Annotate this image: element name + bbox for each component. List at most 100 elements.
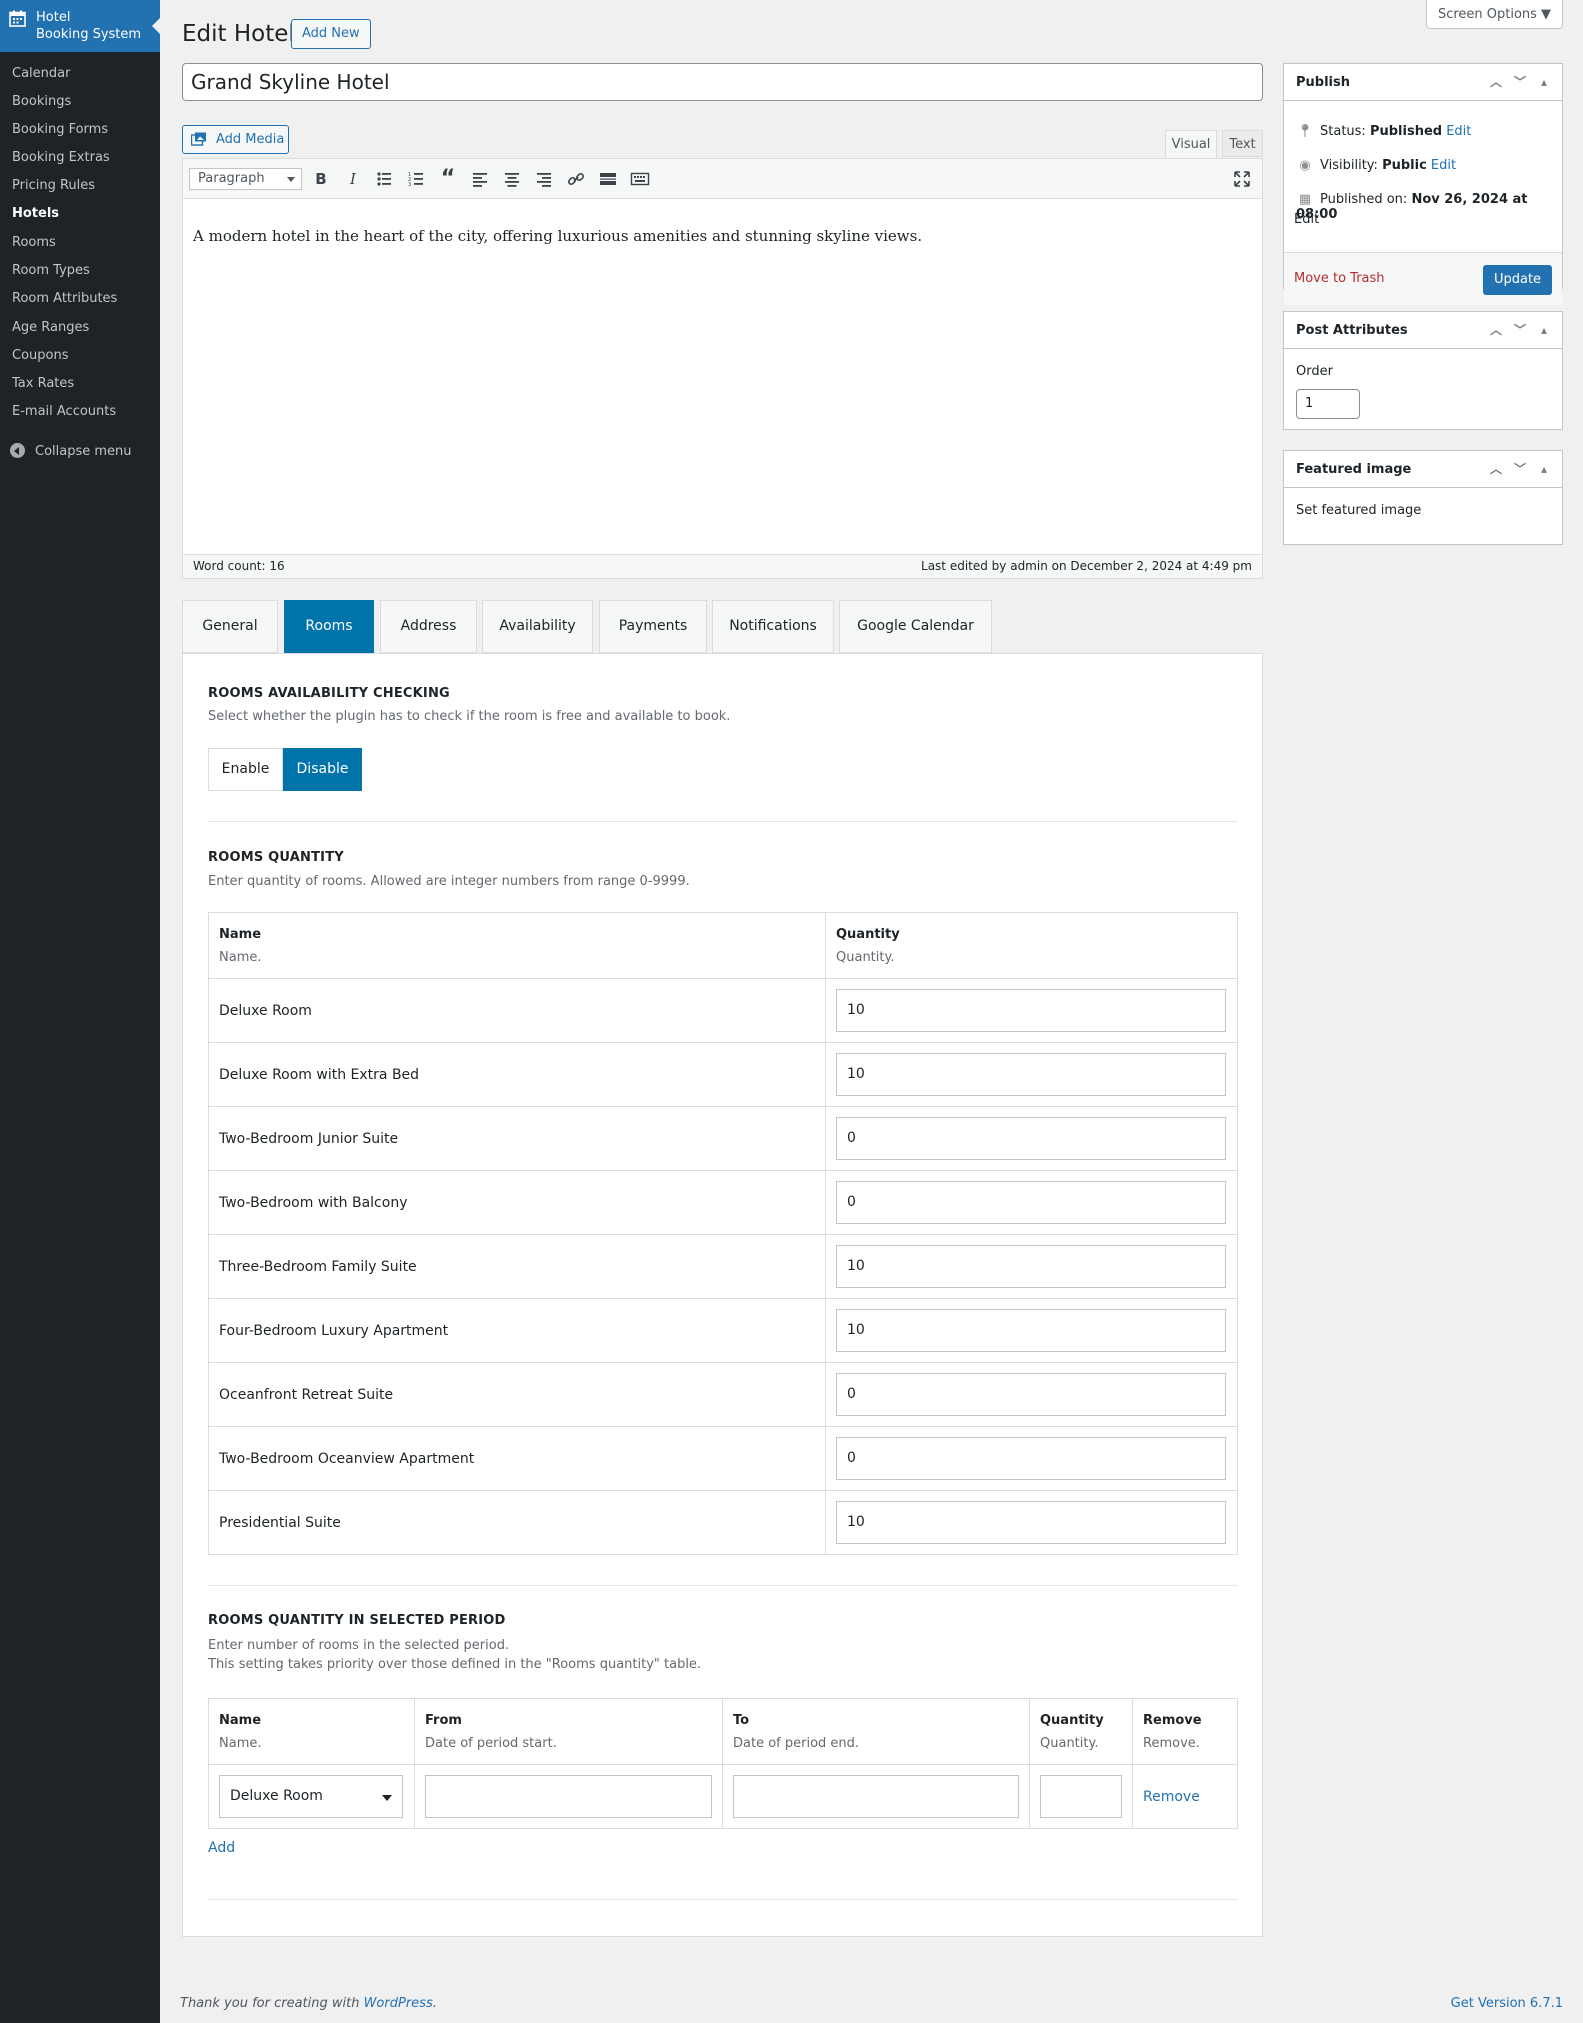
sidebar-item-booking-extras[interactable]: Booking Extras <box>12 150 110 165</box>
toggle-panel-icon[interactable]: ▴ <box>1532 451 1556 488</box>
sidebar-item-email-accounts[interactable]: E-mail Accounts <box>12 404 116 419</box>
sidebar-item-booking-forms[interactable]: Booking Forms <box>12 122 108 137</box>
order-input[interactable]: 1 <box>1296 389 1360 419</box>
wordpress-link[interactable]: WordPress <box>364 1996 433 2011</box>
update-button[interactable]: Update <box>1483 265 1552 295</box>
pin-icon: 📍︎ <box>1296 124 1314 139</box>
sidebar-item-room-attributes[interactable]: Room Attributes <box>12 291 117 306</box>
tab-rooms[interactable]: Rooms <box>284 600 374 653</box>
move-up-icon[interactable]: ︿ <box>1484 451 1508 488</box>
quantity-input[interactable]: 0 <box>836 1181 1226 1224</box>
sidebar-brand[interactable]: Hotel Booking System <box>0 0 160 52</box>
col-from: From Date of period start. <box>414 1698 723 1765</box>
align-right-icon[interactable] <box>534 169 554 189</box>
sidebar-item-room-types[interactable]: Room Types <box>12 263 90 278</box>
room-name: Oceanfront Retreat Suite <box>208 1362 826 1427</box>
align-center-icon[interactable] <box>502 169 522 189</box>
numbered-list-icon[interactable]: 1 2 3 <box>406 169 426 189</box>
quantity-input[interactable]: 10 <box>836 989 1226 1032</box>
edit-status-link[interactable]: Edit <box>1446 124 1471 139</box>
editor-tab-text[interactable]: Text <box>1222 130 1263 157</box>
move-down-icon[interactable]: ﹀ <box>1508 451 1532 488</box>
divider <box>208 1585 1238 1586</box>
featured-image-header: Featured image ︿ ﹀ ▴ <box>1284 451 1562 488</box>
toolbar-toggle-icon[interactable] <box>630 169 650 189</box>
editor-tab-visual[interactable]: Visual <box>1165 130 1217 158</box>
remove-link[interactable]: Remove <box>1143 1789 1200 1805</box>
quantity-input[interactable]: 0 <box>836 1373 1226 1416</box>
sidebar-item-hotels[interactable]: Hotels <box>12 206 59 221</box>
sidebar-item-tax-rates[interactable]: Tax Rates <box>12 376 74 391</box>
move-up-icon[interactable]: ︿ <box>1484 64 1508 101</box>
table-row: Two-Bedroom Junior Suite 0 <box>208 1106 1238 1171</box>
add-new-button[interactable]: Add New <box>291 19 371 49</box>
add-media-button[interactable]: Add Media <box>182 125 289 154</box>
sidebar-item-pricing-rules[interactable]: Pricing Rules <box>12 178 95 193</box>
divider <box>208 821 1238 822</box>
collapse-menu-button[interactable]: Collapse menu <box>10 443 132 459</box>
period-desc: Enter number of rooms in the selected pe… <box>208 1638 702 1672</box>
sidebar-item-rooms[interactable]: Rooms <box>12 235 56 250</box>
table-row: Presidential Suite 10 <box>208 1490 1238 1555</box>
tab-payments[interactable]: Payments <box>599 600 707 653</box>
room-name: Four-Bedroom Luxury Apartment <box>208 1298 826 1363</box>
post-title-input[interactable]: Grand Skyline Hotel <box>182 63 1263 101</box>
sidebar-item-calendar[interactable]: Calendar <box>12 66 70 81</box>
set-featured-image-link[interactable]: Set featured image <box>1296 503 1421 518</box>
move-down-icon[interactable]: ﹀ <box>1508 64 1532 101</box>
add-period-link[interactable]: Add <box>208 1840 235 1856</box>
bullet-list-icon[interactable] <box>374 169 394 189</box>
sidebar-item-bookings[interactable]: Bookings <box>12 94 71 109</box>
tab-general[interactable]: General <box>182 600 278 653</box>
get-version-link[interactable]: Get Version 6.7.1 <box>1451 1996 1563 2011</box>
quantity-input[interactable]: 0 <box>836 1117 1226 1160</box>
blockquote-icon[interactable]: “ <box>438 168 458 190</box>
editor-content[interactable]: A modern hotel in the heart of the city,… <box>193 227 922 245</box>
move-to-trash-link[interactable]: Move to Trash <box>1294 271 1385 286</box>
active-menu-arrow <box>152 18 160 34</box>
table-row: Two-Bedroom with Balcony 0 <box>208 1170 1238 1235</box>
screen-options-button[interactable]: Screen Options ▼ <box>1426 0 1563 29</box>
sidebar-item-coupons[interactable]: Coupons <box>12 348 69 363</box>
edit-visibility-link[interactable]: Edit <box>1431 158 1456 173</box>
col-quantity: Quantity Quantity. <box>825 912 1238 979</box>
page-title: Edit Hotel <box>182 21 295 47</box>
quantity-input[interactable]: 10 <box>836 1245 1226 1288</box>
post-attributes-header: Post Attributes ︿ ﹀ ▴ <box>1284 312 1562 349</box>
read-more-icon[interactable] <box>598 169 618 189</box>
format-select[interactable]: Paragraph <box>189 168 302 190</box>
move-down-icon[interactable]: ﹀ <box>1508 312 1532 349</box>
edit-date-link[interactable]: Edit <box>1294 212 1319 227</box>
move-up-icon[interactable]: ︿ <box>1484 312 1508 349</box>
link-icon[interactable] <box>566 169 586 189</box>
period-quantity-input[interactable] <box>1040 1775 1122 1818</box>
footer-thanks: Thank you for creating with WordPress. <box>180 1996 437 2011</box>
align-left-icon[interactable] <box>470 169 490 189</box>
disable-button[interactable]: Disable <box>283 748 362 791</box>
quantity-input[interactable]: 10 <box>836 1501 1226 1544</box>
rooms-quantity-table: Name Name. Quantity Quantity. Deluxe Room 1… <box>208 912 1238 1555</box>
tab-address[interactable]: Address <box>380 600 477 653</box>
bold-icon[interactable]: B <box>311 169 331 189</box>
quantity-input[interactable]: 10 <box>836 1309 1226 1352</box>
italic-icon[interactable]: I <box>343 169 363 189</box>
sidebar-item-age-ranges[interactable]: Age Ranges <box>12 320 89 335</box>
room-name: Two-Bedroom Oceanview Apartment <box>208 1426 826 1491</box>
from-date-input[interactable] <box>425 1775 712 1818</box>
enable-button[interactable]: Enable <box>208 748 283 791</box>
fullscreen-icon[interactable] <box>1232 169 1252 189</box>
toggle-panel-icon[interactable]: ▴ <box>1532 312 1556 349</box>
room-select[interactable]: Deluxe Room <box>219 1775 403 1818</box>
quantity-input[interactable]: 0 <box>836 1437 1226 1480</box>
to-date-input[interactable] <box>733 1775 1019 1818</box>
collapse-icon <box>10 443 25 458</box>
room-name: Deluxe Room with Extra Bed <box>208 1042 826 1107</box>
quantity-input[interactable]: 10 <box>836 1053 1226 1096</box>
tab-notifications[interactable]: Notifications <box>712 600 834 653</box>
tab-availability[interactable]: Availability <box>482 600 593 653</box>
tab-google-calendar[interactable]: Google Calendar <box>839 600 992 653</box>
admin-sidebar: Hotel Booking System Calendar Bookings B… <box>0 0 160 2023</box>
visibility-row: ◉ Visibility: Public Edit <box>1296 158 1456 173</box>
svg-text:3: 3 <box>408 182 411 188</box>
toggle-panel-icon[interactable]: ▴ <box>1532 64 1556 101</box>
